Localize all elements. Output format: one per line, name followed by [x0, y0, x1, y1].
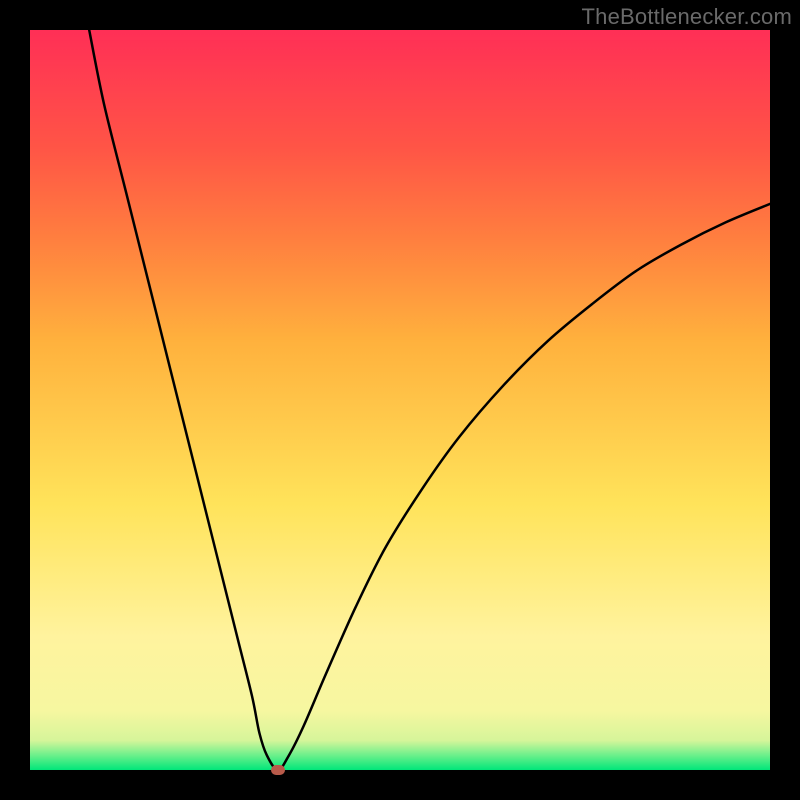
chart-frame: TheBottlenecker.com — [0, 0, 800, 800]
min-marker — [271, 765, 285, 775]
plot-area — [30, 30, 770, 770]
watermark-text: TheBottlenecker.com — [582, 4, 792, 30]
bottleneck-curve — [89, 30, 770, 770]
curve-svg — [30, 30, 770, 770]
